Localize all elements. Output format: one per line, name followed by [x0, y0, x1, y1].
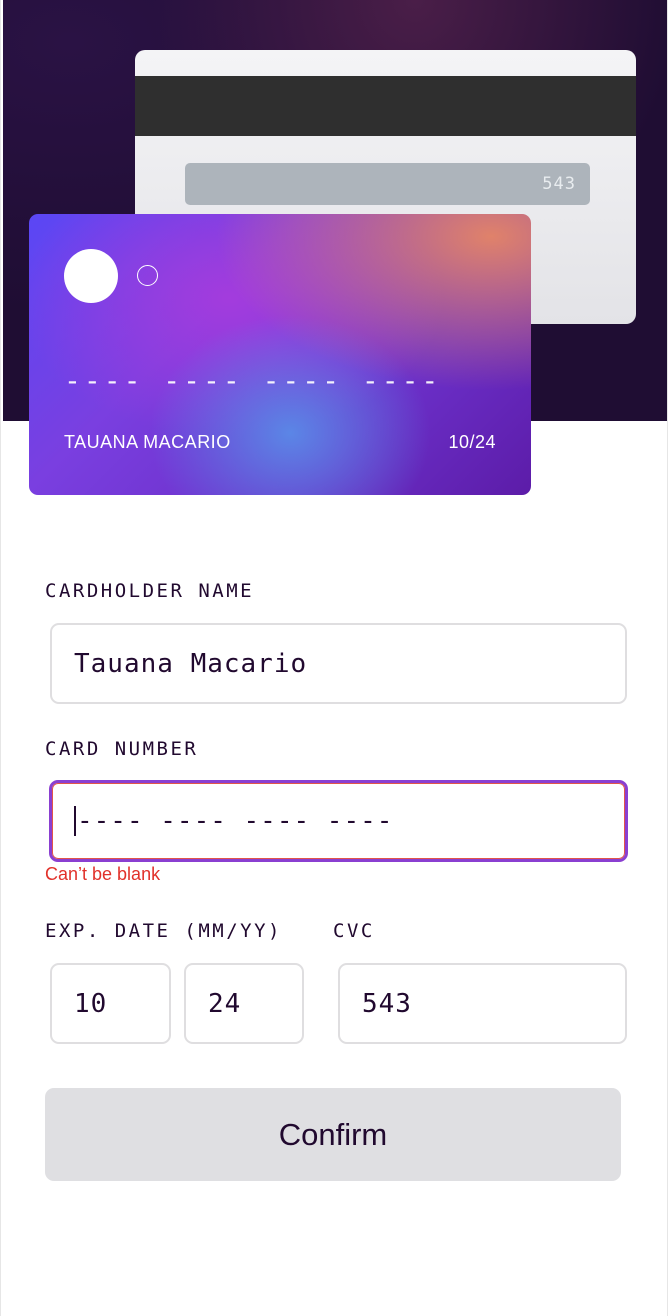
page: 543 ---- ---- ---- ---- TAUANA MACARIO 1… — [0, 0, 668, 1316]
card-number-input[interactable]: ---- ---- ---- ---- — [49, 780, 628, 862]
expiry-month-value: 10 — [74, 988, 108, 1019]
card-number-label: CARD NUMBER — [45, 738, 199, 760]
card-front-number: ---- ---- ---- ---- — [64, 364, 442, 397]
cvc-value: 543 — [362, 988, 412, 1019]
card-front: ---- ---- ---- ---- TAUANA MACARIO 10/24 — [29, 214, 531, 495]
expiry-year-value: 24 — [208, 988, 242, 1019]
card-logo-large-circle-icon — [64, 249, 118, 303]
card-back-cvc-strip: 543 — [185, 163, 590, 205]
card-back-cvc: 543 — [542, 174, 576, 194]
card-number-placeholder: ---- ---- ---- ---- — [77, 806, 394, 836]
cvc-label: CVC — [333, 920, 375, 942]
text-caret — [74, 806, 76, 836]
card-logo-small-circle-icon — [137, 265, 158, 286]
expiry-month-input[interactable]: 10 — [50, 963, 171, 1044]
card-number-error: Can’t be blank — [45, 864, 161, 884]
cardholder-name-label: CARDHOLDER NAME — [45, 580, 255, 602]
cardholder-name-value: Tauana Macario — [74, 648, 308, 679]
confirm-button[interactable]: Confirm — [45, 1088, 621, 1181]
expiry-year-input[interactable]: 24 — [184, 963, 304, 1044]
cardholder-name-input[interactable]: Tauana Macario — [50, 623, 627, 704]
cvc-input[interactable]: 543 — [338, 963, 627, 1044]
magnetic-stripe — [135, 76, 636, 136]
card-front-expiry: 10/24 — [448, 432, 496, 452]
expiry-date-label: EXP. DATE (MM/YY) — [45, 920, 282, 942]
card-front-holder-name: TAUANA MACARIO — [64, 432, 231, 452]
